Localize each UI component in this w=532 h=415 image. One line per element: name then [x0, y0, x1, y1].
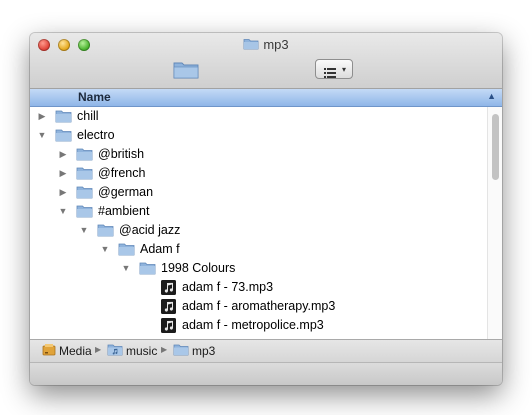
list-item-label: chill: [77, 109, 99, 123]
list-item[interactable]: ▶ @british: [30, 145, 485, 164]
folder-icon: [118, 242, 135, 256]
music-note-icon: [161, 299, 176, 314]
path-item-label: Media: [59, 344, 92, 359]
folder-icon: [243, 36, 259, 56]
disclosure-collapsed-icon[interactable]: ▶: [58, 145, 68, 164]
disclosure-collapsed-icon[interactable]: ▶: [58, 183, 68, 202]
list-item-label: @british: [98, 147, 145, 161]
list-item[interactable]: ▶ @french: [30, 164, 485, 183]
chevron-right-icon: ▶: [161, 345, 168, 354]
disclosure-collapsed-icon[interactable]: ▶: [58, 164, 68, 183]
folder-icon: [76, 166, 93, 180]
path-item-label: mp3: [192, 344, 216, 358]
column-header-label: Name: [78, 90, 111, 104]
path-item-media[interactable]: Media: [42, 343, 92, 359]
music-note-icon: [161, 280, 176, 295]
finder-window: mp3 ▾ Name ▲ ▶ chill ▼ electro ▶ @britis…: [30, 33, 502, 385]
disclosure-expanded-icon[interactable]: ▼: [37, 126, 47, 145]
drive-icon: [42, 343, 56, 361]
list-item[interactable]: ▼ Adam f: [30, 240, 485, 259]
window-title-text: mp3: [263, 37, 289, 52]
path-item-mp3[interactable]: mp3: [173, 343, 215, 359]
path-folder-button[interactable]: [172, 60, 200, 85]
music-folder-icon: [107, 343, 123, 360]
disclosure-expanded-icon[interactable]: ▼: [58, 202, 68, 221]
list-item[interactable]: adam f - aromatherapy.mp3: [30, 297, 485, 316]
chevron-right-icon: ▶: [95, 345, 102, 354]
path-item-music[interactable]: music: [107, 343, 157, 359]
list-item[interactable]: ▼ @acid jazz: [30, 221, 485, 240]
list-item-label: electro: [77, 128, 115, 142]
list-item-label: #ambient: [98, 204, 150, 218]
sort-ascending-icon: ▲: [487, 91, 496, 101]
folder-icon: [55, 128, 72, 142]
list-item[interactable]: ▼ 1998 Colours: [30, 259, 485, 278]
list-item[interactable]: ▶ @german: [30, 183, 485, 202]
disclosure-expanded-icon[interactable]: ▼: [121, 259, 131, 278]
disclosure-collapsed-icon[interactable]: ▶: [37, 107, 47, 126]
folder-icon: [76, 185, 93, 199]
scrollbar-thumb[interactable]: [492, 114, 499, 180]
window-title: mp3: [30, 35, 502, 55]
list-item-label: 1998 Colours: [161, 261, 236, 275]
list-item-label: adam f - metropolice.mp3: [182, 318, 324, 332]
folder-icon: [55, 109, 72, 123]
path-bar: Media ▶ music ▶ mp3: [30, 339, 502, 363]
list-item-label: adam f - 73.mp3: [182, 280, 274, 294]
list-item[interactable]: ▼ electro: [30, 126, 485, 145]
folder-icon: [97, 223, 114, 237]
list-item-label: adam f - aromatherapy.mp3: [182, 299, 336, 313]
list-item[interactable]: ▼ #ambient: [30, 202, 485, 221]
list-item[interactable]: adam f - 73.mp3: [30, 278, 485, 297]
list-item-label: @acid jazz: [119, 223, 181, 237]
folder-icon: [139, 261, 156, 275]
folder-icon: [173, 343, 189, 360]
vertical-scrollbar[interactable]: [487, 107, 502, 339]
list-item[interactable]: ▶ chill: [30, 107, 485, 126]
folder-icon: [76, 204, 93, 218]
path-item-label: music: [126, 344, 158, 358]
file-list: ▶ chill ▼ electro ▶ @british ▶ @french ▶…: [30, 107, 502, 339]
toolbar: mp3 ▾: [30, 33, 502, 89]
music-note-icon: [161, 318, 176, 333]
disclosure-expanded-icon[interactable]: ▼: [79, 221, 89, 240]
status-bar: [30, 363, 502, 385]
list-icon: [324, 65, 336, 83]
list-view-menu-button[interactable]: ▾: [315, 59, 353, 79]
list-item-label: Adam f: [140, 242, 180, 256]
list-item[interactable]: adam f - metropolice.mp3: [30, 316, 485, 335]
chevron-down-icon: ▾: [341, 65, 346, 74]
list-item-label: @german: [98, 185, 154, 199]
folder-icon: [76, 147, 93, 161]
name-column-header[interactable]: Name ▲: [30, 89, 502, 107]
disclosure-expanded-icon[interactable]: ▼: [100, 240, 110, 259]
list-item-label: @french: [98, 166, 146, 180]
